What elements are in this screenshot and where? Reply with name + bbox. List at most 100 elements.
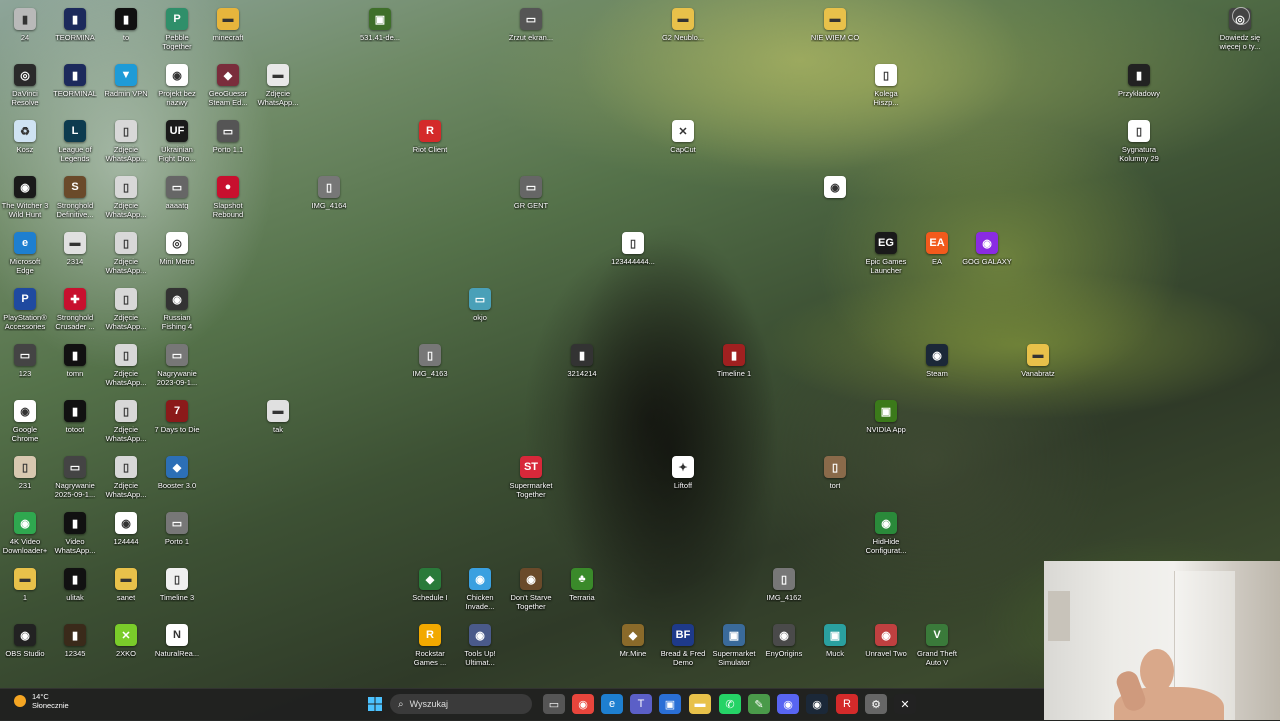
desktop-icon[interactable]: ▣ Supermarket Simulator <box>709 624 759 667</box>
desktop-icon[interactable]: ▯ tort <box>810 456 860 490</box>
desktop-icon[interactable]: ▮ ulitak <box>50 568 100 602</box>
desktop-icon[interactable]: EA EA <box>912 232 962 266</box>
desktop-icon[interactable]: R Riot Client <box>405 120 455 154</box>
desktop-icon[interactable]: ▯ IMG_4162 <box>759 568 809 602</box>
desktop-icon[interactable]: ◉ The Witcher 3 Wild Hunt <box>0 176 50 219</box>
desktop-icon[interactable]: R Rockstar Games ... <box>405 624 455 667</box>
desktop-icon[interactable]: ◉ OBS Studio <box>0 624 50 658</box>
desktop-icon[interactable]: ▯ 123444444... <box>608 232 658 266</box>
desktop-icon[interactable]: ▮ 12345 <box>50 624 100 658</box>
desktop-icon[interactable]: ◆ Schedule I <box>405 568 455 602</box>
desktop-icon[interactable]: ▮ 3214214 <box>557 344 607 378</box>
taskbar-search[interactable]: ⌕ Wyszukaj <box>390 694 532 714</box>
desktop-icon[interactable]: 7 7 Days to Die <box>152 400 202 434</box>
desktop-icon[interactable]: V Grand Theft Auto V <box>912 624 962 667</box>
desktop-icon[interactable]: ▮ TEORMINAL <box>50 64 100 98</box>
weather-widget[interactable]: 14°C Słonecznie <box>14 692 69 710</box>
desktop-icon[interactable]: ♣ Terraria <box>557 568 607 602</box>
taskbar-teams-icon[interactable]: T <box>630 694 652 714</box>
desktop-icon[interactable]: ▮ totoot <box>50 400 100 434</box>
desktop-icon[interactable]: ◉ EnyOrigins <box>759 624 809 658</box>
desktop-icon[interactable]: ◉ Google Chrome <box>0 400 50 443</box>
desktop-icon[interactable]: ▬ minecraft <box>203 8 253 42</box>
desktop-icon[interactable]: ▣ 531.41-de... <box>355 8 405 42</box>
desktop-icon[interactable]: ◉ <box>810 176 860 201</box>
desktop-icon[interactable]: ▭ 123 <box>0 344 50 378</box>
desktop-icon[interactable]: ▯ Zdjęcie WhatsApp... <box>101 120 151 163</box>
desktop-icon[interactable]: ▯ IMG_4163 <box>405 344 455 378</box>
desktop-icon[interactable]: ◉ Don't Starve Together <box>506 568 556 611</box>
desktop-icon[interactable]: P PlayStation® Accessories <box>0 288 50 331</box>
desktop-icon[interactable]: ◆ Mr.Mine <box>608 624 658 658</box>
desktop-icon[interactable]: EG Epic Games Launcher <box>861 232 911 275</box>
taskbar-file-explorer-icon[interactable]: ▭ <box>543 694 565 714</box>
desktop-icon[interactable]: BF Bread & Fred Demo <box>658 624 708 667</box>
desktop-icon[interactable]: ▮ Przykładowy <box>1114 64 1164 98</box>
desktop-icon[interactable]: ▯ IMG_4164 <box>304 176 354 210</box>
desktop-icon[interactable]: ▯ Zdjęcie WhatsApp... <box>101 400 151 443</box>
notification-icon[interactable] <box>1232 7 1250 25</box>
desktop-icon[interactable]: ▬ 2314 <box>50 232 100 266</box>
desktop-icon[interactable]: ▣ NVIDIA App <box>861 400 911 434</box>
desktop-icon[interactable]: ST Supermarket Together <box>506 456 556 499</box>
taskbar-store-icon[interactable]: ▣ <box>659 694 681 714</box>
desktop-icon[interactable]: ◉ Projekt bez nazwy <box>152 64 202 107</box>
desktop-icon[interactable]: S Stronghold Definitive... <box>50 176 100 219</box>
desktop-icon[interactable]: ▯ 231 <box>0 456 50 490</box>
desktop-icon[interactable]: ▯ Kolega Hiszp... <box>861 64 911 107</box>
desktop-icon[interactable]: ◉ Russian Fishing 4 <box>152 288 202 331</box>
desktop-icon[interactable]: ▭ Zrzut ekran... <box>506 8 556 42</box>
desktop-icon[interactable]: ▭ aaaatg <box>152 176 202 210</box>
desktop-icon[interactable]: ▯ Zdjęcie WhatsApp... <box>101 456 151 499</box>
desktop-icon[interactable]: ▭ okjo <box>455 288 505 322</box>
desktop-icon[interactable]: ♻ Kosz <box>0 120 50 154</box>
taskbar-chrome-icon[interactable]: ◉ <box>572 694 594 714</box>
taskbar-capcut-icon[interactable]: ✕ <box>894 694 916 714</box>
desktop-icon[interactable]: ▮ Video WhatsApp... <box>50 512 100 555</box>
desktop-icon[interactable]: ▮ 24 <box>0 8 50 42</box>
desktop-icon[interactable]: ▯ Zdjęcie WhatsApp... <box>101 176 151 219</box>
desktop-icon[interactable]: ◎ DaVinci Resolve <box>0 64 50 107</box>
desktop-icon[interactable]: N NaturalRea... <box>152 624 202 658</box>
desktop-icon[interactable]: ▮ to <box>101 8 151 42</box>
start-button[interactable] <box>364 694 386 714</box>
taskbar-edge-icon[interactable]: e <box>601 694 623 714</box>
desktop-icon[interactable]: ▭ GR GENT <box>506 176 556 210</box>
desktop-icon[interactable]: ▭ Porto 1 <box>152 512 202 546</box>
desktop-icon[interactable]: ▯ Timeline 3 <box>152 568 202 602</box>
desktop-icon[interactable]: ▯ Zdjęcie WhatsApp... <box>101 288 151 331</box>
desktop-icon[interactable]: ◉ Tools Up! Ultimat... <box>455 624 505 667</box>
desktop-icon[interactable]: ▭ Nagrywanie 2025-09-1... <box>50 456 100 499</box>
desktop-icon[interactable]: ● Slapshot Rebound <box>203 176 253 219</box>
desktop-icon[interactable]: ▮ tomn <box>50 344 100 378</box>
desktop-icon[interactable]: ▯ Sygnatura Kolumny 29 <box>1114 120 1164 163</box>
taskbar-discord-icon[interactable]: ◉ <box>777 694 799 714</box>
desktop-icon[interactable]: ◆ GeoGuessr Steam Ed... <box>203 64 253 107</box>
desktop-icon[interactable]: ✚ Stronghold Crusader ... <box>50 288 100 331</box>
desktop-icon[interactable]: ▭ Porto 1.1 <box>203 120 253 154</box>
desktop-icon[interactable]: UF Ukrainian Fight Dro... <box>152 120 202 163</box>
desktop-icon[interactable]: ◉ HidHide Configurat... <box>861 512 911 555</box>
desktop-icon[interactable]: e Microsoft Edge <box>0 232 50 275</box>
desktop-icon[interactable]: ▭ Nagrywanie 2023-09-1... <box>152 344 202 387</box>
desktop-icon[interactable]: ◆ Booster 3.0 <box>152 456 202 490</box>
desktop-icon[interactable]: ✦ Liftoff <box>658 456 708 490</box>
desktop-icon[interactable]: ▬ Vanabratz <box>1013 344 1063 378</box>
desktop-icon[interactable]: ▬ Zdjęcie WhatsApp... <box>253 64 303 107</box>
desktop-icon[interactable]: ◉ GOG GALAXY <box>962 232 1012 266</box>
taskbar-steam-icon[interactable]: ◉ <box>806 694 828 714</box>
desktop-icon[interactable]: ▬ 1 <box>0 568 50 602</box>
desktop-icon[interactable]: ▯ Zdjęcie WhatsApp... <box>101 232 151 275</box>
desktop-icon[interactable]: P Pebble Together <box>152 8 202 51</box>
desktop-icon[interactable]: L League of Legends <box>50 120 100 163</box>
desktop-icon[interactable]: ▬ NIE WIEM CO <box>810 8 860 42</box>
desktop-icon[interactable]: ▮ TEORMINA <box>50 8 100 42</box>
desktop-icon[interactable]: ▬ sanet <box>101 568 151 602</box>
desktop-icon[interactable]: ◉ 4K Video Downloader+ <box>0 512 50 555</box>
desktop-icon[interactable]: ▼ Radmin VPN <box>101 64 151 98</box>
desktop-icon[interactable]: ▮ Timeline 1 <box>709 344 759 378</box>
taskbar-riot-icon[interactable]: R <box>836 694 858 714</box>
desktop-icon[interactable]: ◉ Steam <box>912 344 962 378</box>
desktop-icon[interactable]: ▬ G2 Neublo... <box>658 8 708 42</box>
desktop-icon[interactable]: ◎ Mini Metro <box>152 232 202 266</box>
